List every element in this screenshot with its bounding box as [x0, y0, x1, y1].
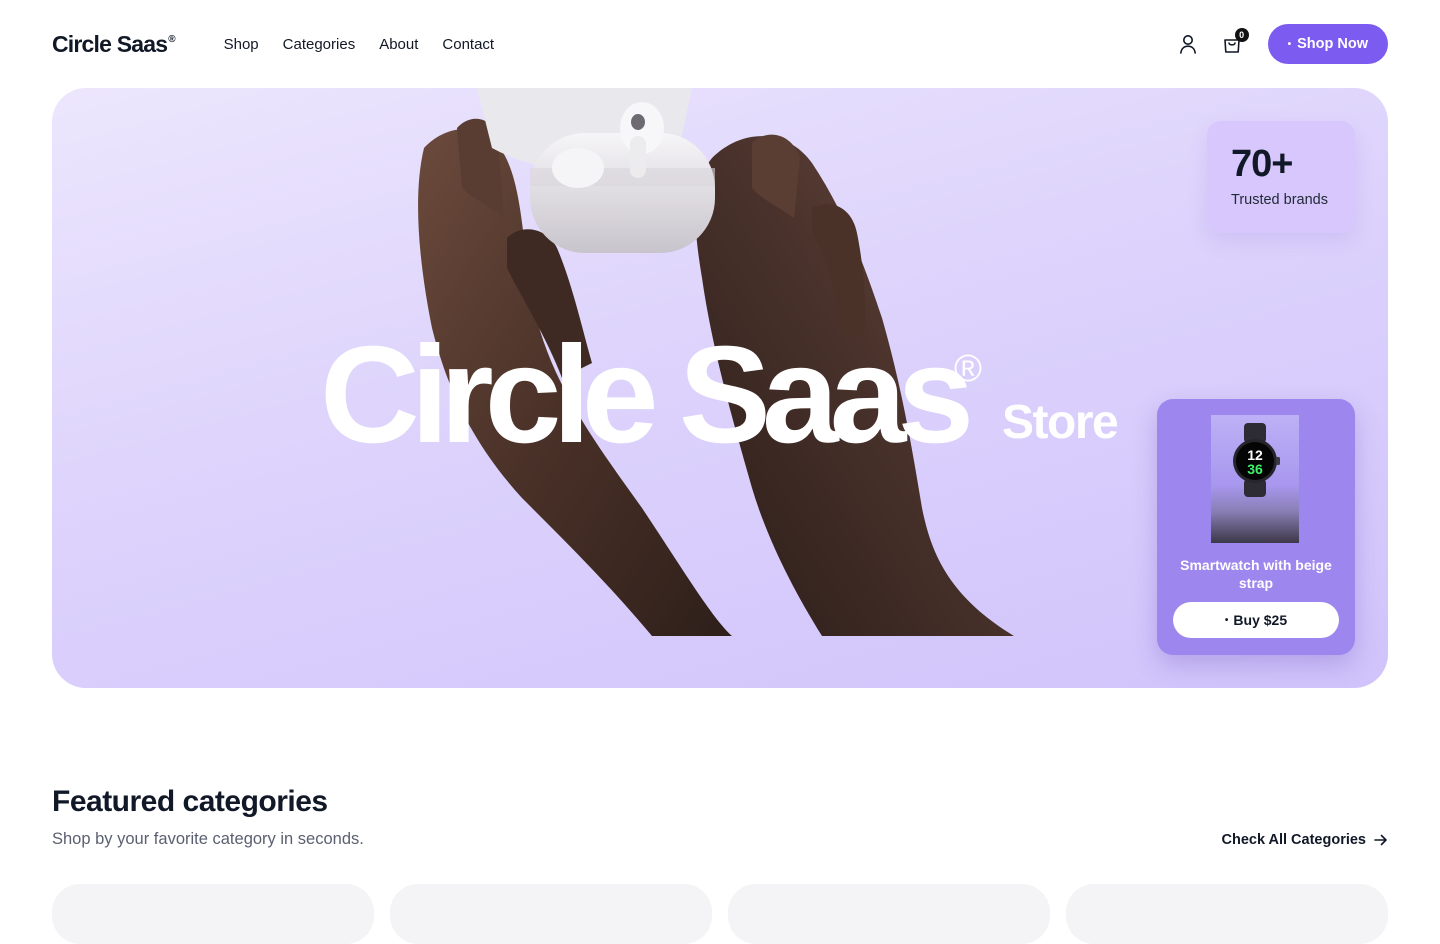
stat-value: 70+	[1231, 143, 1293, 185]
brand-reg-mark: ®	[168, 33, 176, 45]
category-card[interactable]	[52, 884, 374, 944]
watch-minute: 36	[1247, 461, 1263, 477]
check-all-label: Check All Categories	[1221, 832, 1366, 848]
user-icon	[1179, 35, 1196, 54]
site-header: Circle Saas ® Shop Categories About Cont…	[52, 24, 1388, 64]
nav-item-contact[interactable]: Contact	[442, 36, 494, 53]
brand-name: Circle Saas	[52, 30, 168, 57]
arrow-right-icon	[1374, 834, 1387, 846]
brand-logo[interactable]: Circle Saas ®	[52, 31, 176, 58]
trusted-brands-card: 70+ Trusted brands	[1207, 121, 1355, 233]
smartwatch-image: 12 36	[1211, 415, 1299, 543]
header-actions: 0 • Shop Now	[1174, 24, 1388, 64]
cart-count-badge: 0	[1234, 28, 1249, 42]
nav-item-categories[interactable]: Categories	[283, 36, 356, 53]
check-all-categories-link[interactable]: Check All Categories	[1221, 832, 1388, 848]
featured-subtitle: Shop by your favorite category in second…	[52, 830, 364, 848]
button-dot: •	[1224, 614, 1229, 626]
hero-title: Circle Saas	[320, 318, 974, 472]
hero-banner: Circle Saas ® Store 70+ Trusted brands 1…	[52, 88, 1388, 688]
cart-button[interactable]: 0	[1218, 28, 1249, 58]
button-dot: •	[1287, 38, 1292, 50]
category-card[interactable]	[1066, 884, 1388, 944]
buy-label: Buy $25	[1233, 612, 1288, 628]
shop-now-label: Shop Now	[1297, 36, 1368, 52]
main-nav: Shop Categories About Contact	[224, 36, 495, 53]
category-card[interactable]	[728, 884, 1050, 944]
category-card[interactable]	[390, 884, 712, 944]
account-button[interactable]	[1174, 30, 1202, 58]
featured-product-card: 12 36 Smartwatch with beige strap • Buy …	[1157, 399, 1355, 655]
buy-button[interactable]: • Buy $25	[1173, 602, 1339, 638]
nav-item-shop[interactable]: Shop	[224, 36, 259, 53]
nav-item-about[interactable]: About	[379, 36, 418, 53]
stat-label: Trusted brands	[1231, 192, 1328, 208]
featured-title: Featured categories	[52, 785, 328, 818]
shop-now-button[interactable]: • Shop Now	[1267, 24, 1388, 64]
hero-reg-mark: ®	[954, 348, 982, 390]
product-name: Smartwatch with beige strap	[1180, 557, 1332, 591]
hero-subtitle: Store	[1002, 396, 1119, 449]
